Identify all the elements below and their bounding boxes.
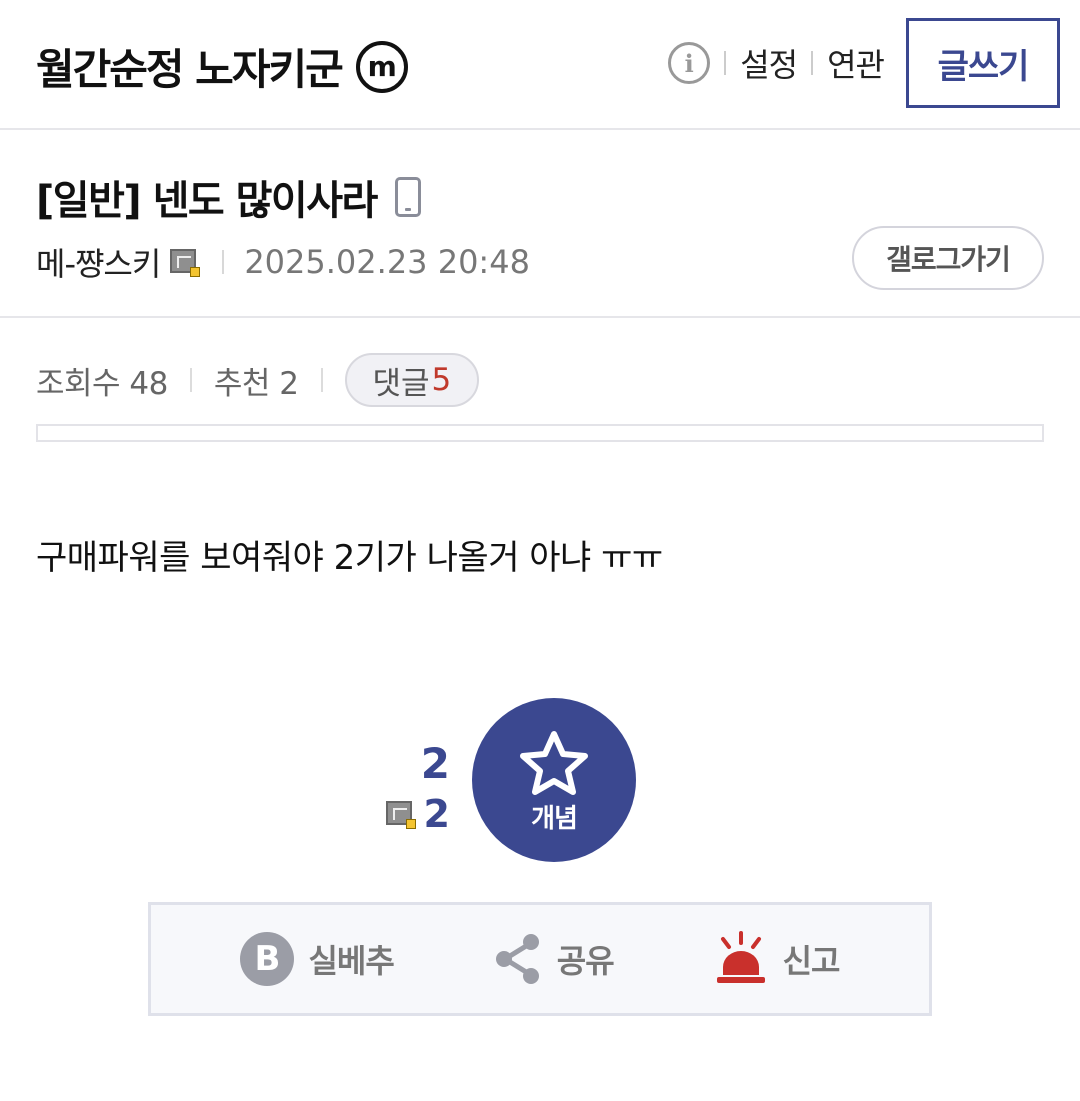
silbe-label: 실베추 xyxy=(308,942,394,980)
gallery-header: 월간순정 노자키군 m i 설정 연관 글쓰기 xyxy=(0,0,1080,130)
gallog-button[interactable]: 갤로그가기 xyxy=(852,226,1044,290)
recommend-count: 추천 2 xyxy=(213,365,299,402)
divider xyxy=(320,368,323,392)
gallery-title[interactable]: 월간순정 노자키군 m xyxy=(36,36,408,97)
post-meta: 메-쨩스키 2025.02.23 20:48 xyxy=(36,240,530,284)
header-links: i 설정 연관 xyxy=(668,40,885,86)
minor-gallery-badge-icon: m xyxy=(355,40,408,93)
recommend-button[interactable]: 개념 xyxy=(472,698,636,862)
comment-count: 5 xyxy=(431,362,452,398)
info-icon[interactable]: i xyxy=(668,42,711,84)
divider xyxy=(222,250,225,274)
star-icon xyxy=(520,730,588,795)
report-label: 신고 xyxy=(782,942,841,980)
siren-icon xyxy=(716,931,765,983)
divider xyxy=(189,368,192,392)
comment-button[interactable]: 댓글 5 xyxy=(344,353,480,407)
post-date: 2025.02.23 20:48 xyxy=(244,243,530,281)
view-count: 조회수 48 xyxy=(36,365,168,402)
fixed-nick-icon xyxy=(385,801,416,829)
share-label: 공유 xyxy=(556,942,615,980)
write-post-button[interactable]: 글쓰기 xyxy=(906,18,1060,108)
recommend-counts: 2 2 xyxy=(360,740,450,838)
divider xyxy=(724,51,727,75)
post-body: 구매파워를 보여줘야 2기가 나올거 아냐 ㅠㅠ xyxy=(36,538,663,578)
recommend-total: 2 xyxy=(420,739,450,788)
content-divider xyxy=(36,424,1044,442)
post-title: [일반] 넨도 많이사라 xyxy=(36,168,421,226)
comment-label: 댓글 xyxy=(372,365,430,402)
post-header: [일반] 넨도 많이사라 메-쨩스키 2025.02.23 20:48 갤로그가… xyxy=(0,130,1080,318)
settings-link[interactable]: 설정 xyxy=(740,40,798,86)
post-stats: 조회수 48 추천 2 댓글 5 xyxy=(36,352,480,408)
fixed-nick-recommend: 2 xyxy=(360,790,450,838)
mobile-icon xyxy=(394,177,421,217)
silbe-button[interactable]: B 실베추 xyxy=(240,932,395,986)
share-icon xyxy=(495,934,539,984)
best-b-icon: B xyxy=(240,932,295,986)
action-bar: B 실베추 공유 신고 xyxy=(148,902,932,1016)
recommend-label: 개념 xyxy=(531,803,578,834)
author-name[interactable]: 메-쨩스키 xyxy=(36,239,161,285)
post-title-text: [일반] 넨도 많이사라 xyxy=(36,178,378,224)
divider xyxy=(811,51,814,75)
report-button[interactable]: 신고 xyxy=(713,931,840,987)
related-link[interactable]: 연관 xyxy=(827,40,885,86)
gallery-name[interactable]: 월간순정 노자키군 xyxy=(36,36,344,97)
share-button[interactable]: 공유 xyxy=(493,932,615,986)
fixed-nick-recommend-count: 2 xyxy=(423,792,450,836)
fixed-nick-icon xyxy=(170,249,201,277)
